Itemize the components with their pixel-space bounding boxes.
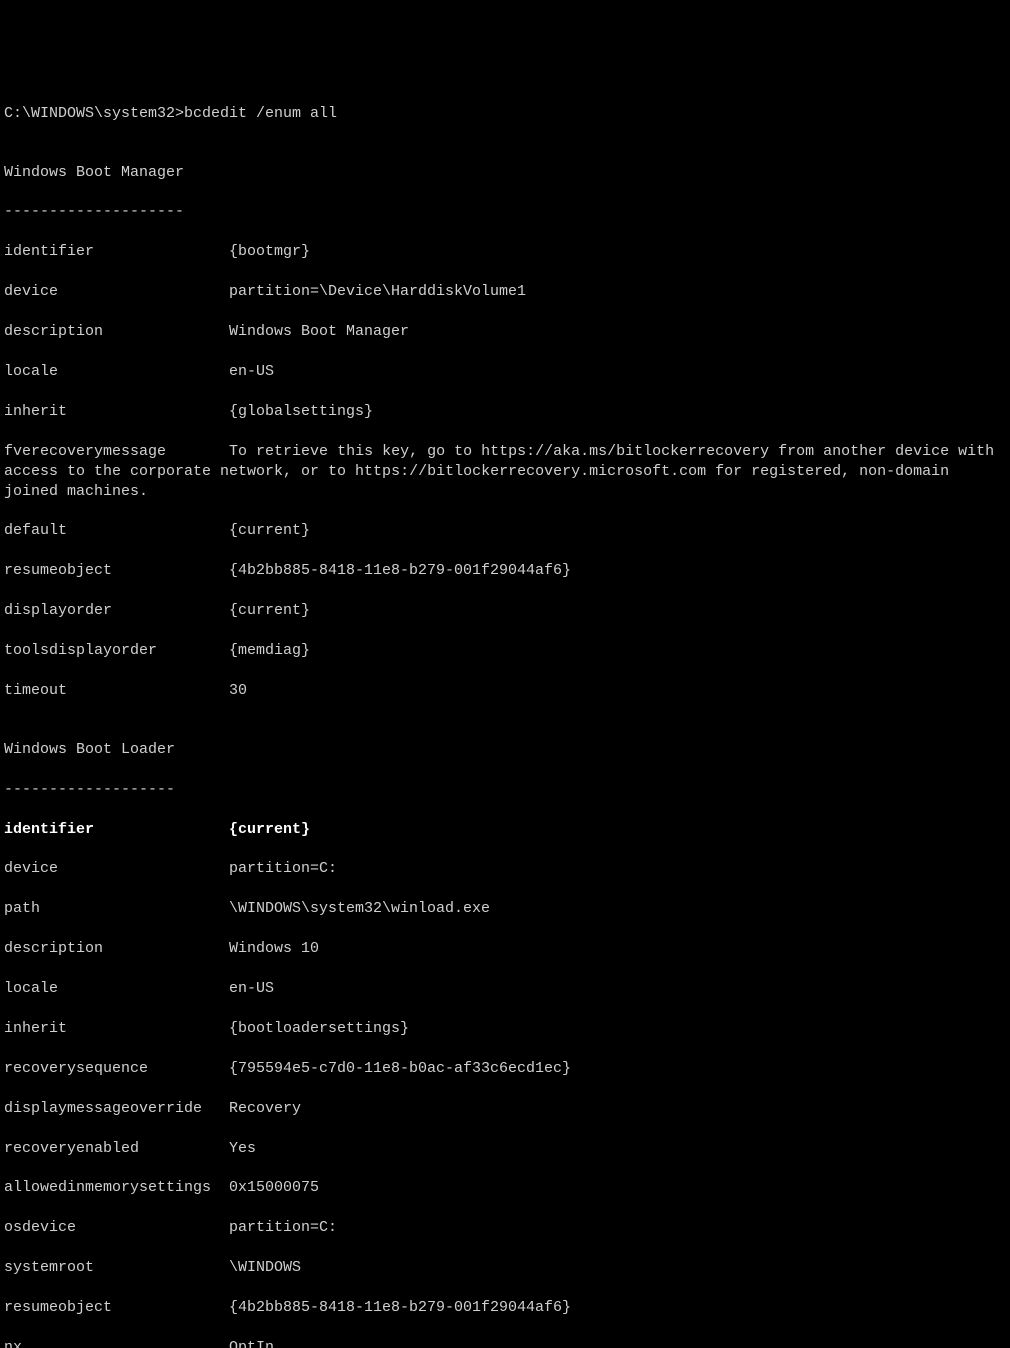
kv-systemroot: systemroot\WINDOWS (4, 1258, 1010, 1278)
kv-device: devicepartition=\Device\HarddiskVolume1 (4, 282, 1010, 302)
kv-val: partition=\Device\HarddiskVolume1 (229, 283, 526, 300)
kv-locale: localeen-US (4, 979, 1010, 999)
section-header-boot-manager: Windows Boot Manager (4, 163, 1010, 183)
kv-val: 30 (229, 682, 247, 699)
kv-default: default{current} (4, 521, 1010, 541)
kv-locale: localeen-US (4, 362, 1010, 382)
kv-key: resumeobject (4, 1298, 229, 1318)
separator-line: ------------------- (4, 780, 1010, 800)
kv-val: {globalsettings} (229, 403, 373, 420)
kv-val: {4b2bb885-8418-11e8-b279-001f29044af6} (229, 1299, 571, 1316)
kv-key: allowedinmemorysettings (4, 1178, 229, 1198)
kv-key: locale (4, 362, 229, 382)
section-header-boot-loader: Windows Boot Loader (4, 740, 1010, 760)
kv-val: {bootloadersettings} (229, 1020, 409, 1037)
kv-val: Yes (229, 1140, 256, 1157)
kv-key: resumeobject (4, 561, 229, 581)
kv-key: timeout (4, 681, 229, 701)
kv-key: description (4, 322, 229, 342)
kv-osdevice: osdevicepartition=C: (4, 1218, 1010, 1238)
kv-key: toolsdisplayorder (4, 641, 229, 661)
kv-key: device (4, 282, 229, 302)
kv-timeout: timeout30 (4, 681, 1010, 701)
kv-val: \WINDOWS (229, 1259, 301, 1276)
kv-key: recoveryenabled (4, 1139, 229, 1159)
kv-key: osdevice (4, 1218, 229, 1238)
kv-key: description (4, 939, 229, 959)
kv-key: systemroot (4, 1258, 229, 1278)
separator-line: -------------------- (4, 202, 1010, 222)
kv-key: default (4, 521, 229, 541)
kv-val: en-US (229, 363, 274, 380)
kv-val: \WINDOWS\system32\winload.exe (229, 900, 490, 917)
kv-val: Windows Boot Manager (229, 323, 409, 340)
kv-key: identifier (4, 820, 229, 840)
kv-recoverysequence: recoverysequence{795594e5-c7d0-11e8-b0ac… (4, 1059, 1010, 1079)
kv-val: en-US (229, 980, 274, 997)
kv-inherit: inherit{globalsettings} (4, 402, 1010, 422)
kv-fverecoverymessage: fverecoverymessage To retrieve this key,… (4, 442, 1010, 502)
kv-key: path (4, 899, 229, 919)
kv-key: displaymessageoverride (4, 1099, 229, 1119)
kv-val: {795594e5-c7d0-11e8-b0ac-af33c6ecd1ec} (229, 1060, 571, 1077)
kv-identifier: identifier{current} (4, 820, 1010, 840)
kv-key: locale (4, 979, 229, 999)
command-prompt-line: C:\WINDOWS\system32>bcdedit /enum all (4, 104, 1010, 124)
kv-val: {memdiag} (229, 642, 310, 659)
kv-val: Recovery (229, 1100, 301, 1117)
kv-displaymessageoverride: displaymessageoverrideRecovery (4, 1099, 1010, 1119)
kv-resumeobject: resumeobject{4b2bb885-8418-11e8-b279-001… (4, 561, 1010, 581)
kv-val: {bootmgr} (229, 243, 310, 260)
kv-description: descriptionWindows Boot Manager (4, 322, 1010, 342)
kv-key: fverecoverymessage (4, 443, 166, 460)
kv-val: Windows 10 (229, 940, 319, 957)
kv-key: displayorder (4, 601, 229, 621)
kv-inherit: inherit{bootloadersettings} (4, 1019, 1010, 1039)
kv-key: inherit (4, 402, 229, 422)
kv-val: partition=C: (229, 860, 337, 877)
kv-key: inherit (4, 1019, 229, 1039)
kv-val: {current} (229, 522, 310, 539)
kv-device: devicepartition=C: (4, 859, 1010, 879)
kv-val: partition=C: (229, 1219, 337, 1236)
kv-description: descriptionWindows 10 (4, 939, 1010, 959)
kv-val: {4b2bb885-8418-11e8-b279-001f29044af6} (229, 562, 571, 579)
kv-identifier: identifier{bootmgr} (4, 242, 1010, 262)
kv-val: {current} (229, 602, 310, 619)
kv-path: path\WINDOWS\system32\winload.exe (4, 899, 1010, 919)
kv-val: 0x15000075 (229, 1179, 319, 1196)
kv-recoveryenabled: recoveryenabledYes (4, 1139, 1010, 1159)
kv-key: nx (4, 1338, 229, 1348)
kv-allowedinmemorysettings: allowedinmemorysettings0x15000075 (4, 1178, 1010, 1198)
kv-toolsdisplayorder: toolsdisplayorder{memdiag} (4, 641, 1010, 661)
kv-resumeobject: resumeobject{4b2bb885-8418-11e8-b279-001… (4, 1298, 1010, 1318)
kv-displayorder: displayorder{current} (4, 601, 1010, 621)
kv-nx: nxOptIn (4, 1338, 1010, 1348)
terminal-output[interactable]: C:\WINDOWS\system32>bcdedit /enum all Wi… (4, 84, 1010, 1348)
kv-val: OptIn (229, 1339, 274, 1348)
kv-key: device (4, 859, 229, 879)
kv-key: identifier (4, 242, 229, 262)
kv-val: {current} (229, 821, 310, 838)
kv-key: recoverysequence (4, 1059, 229, 1079)
